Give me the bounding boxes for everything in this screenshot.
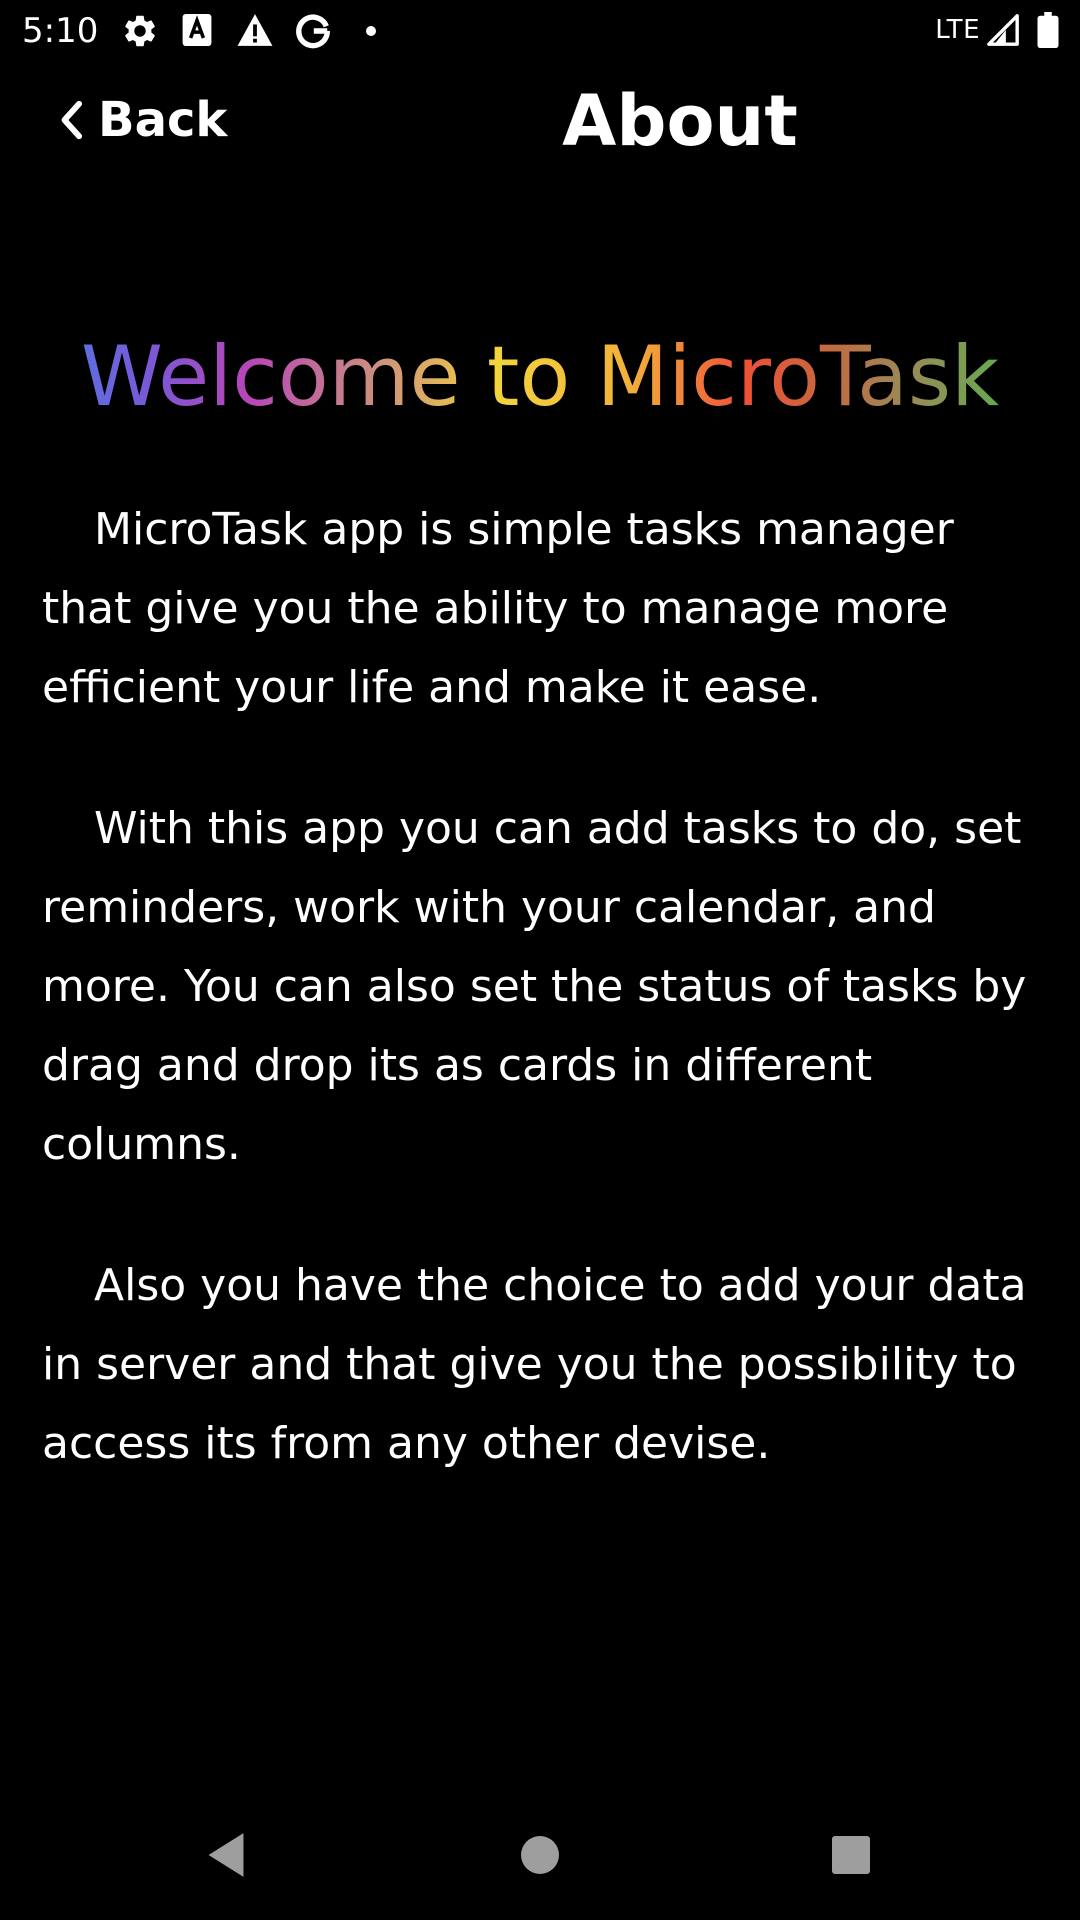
about-paragraph-1: MicroTask app is simple tasks manager th… (42, 504, 954, 713)
signal-icon (987, 14, 1019, 46)
navigation-bar (0, 1790, 1080, 1920)
about-paragraph-2: With this app you can add tasks to do, s… (42, 803, 1027, 1170)
nav-back-button[interactable] (181, 1810, 271, 1900)
back-button[interactable]: Back (58, 84, 227, 156)
recents-square-icon (832, 1836, 870, 1874)
back-triangle-icon (208, 1833, 244, 1877)
network-type-label: LTE (935, 15, 980, 45)
chevron-left-icon (61, 100, 83, 140)
home-circle-icon (521, 1836, 559, 1874)
google-g-icon (296, 14, 330, 49)
battery-icon (1037, 12, 1059, 48)
toolbar: Back About (0, 62, 1080, 178)
status-bar: 5:10 LTE (0, 0, 1080, 62)
welcome-heading: Welcome to MicroTask (0, 322, 1080, 432)
about-paragraph-3: Also you have the choice to add your dat… (42, 1260, 1027, 1469)
warning-icon (237, 14, 273, 46)
text-a-icon (182, 14, 212, 46)
back-label: Back (98, 92, 228, 148)
status-time: 5:10 (22, 11, 99, 51)
gear-icon (125, 15, 155, 47)
dot-icon (366, 26, 376, 36)
nav-home-button[interactable] (495, 1810, 585, 1900)
nav-recents-button[interactable] (806, 1810, 896, 1900)
page-title: About (562, 80, 798, 162)
